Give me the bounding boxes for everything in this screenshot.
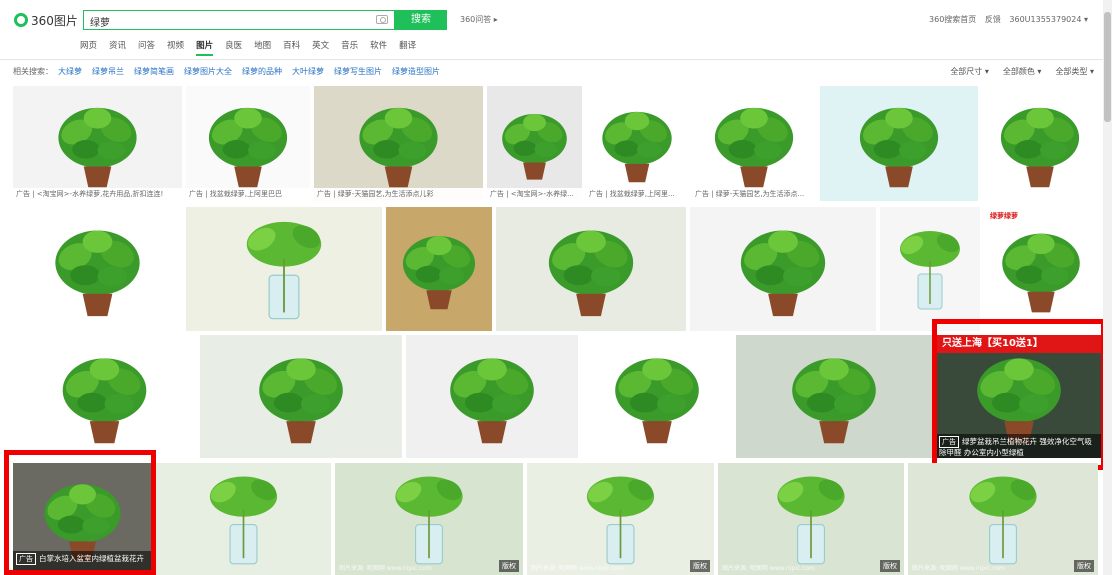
image-result[interactable]: 广告 | <淘宝网>-水养绿萝,花卉用品,折扣连连!	[13, 86, 182, 201]
image-caption: 广告 | <淘宝网>-水养绿...	[487, 188, 582, 201]
image-result[interactable]: 图片来源: 昵图网 www.nipic.com 版权	[908, 463, 1098, 575]
logo-text: 360图片	[31, 13, 78, 28]
image-result[interactable]	[690, 207, 876, 331]
search-button[interactable]: 搜索	[395, 10, 447, 30]
copyright-badge[interactable]: 版权	[880, 560, 900, 572]
image-result[interactable]: 图片来源: 昵图网 www.nipic.com 版权	[527, 463, 714, 575]
wenda-link[interactable]: 360问答 ▸	[460, 14, 498, 25]
image-result[interactable]: 绿萝绿萝	[984, 207, 1098, 331]
image-result[interactable]: 广告 | 绿萝-天猫园艺,为生活添点...	[692, 86, 816, 201]
home-link[interactable]: 360搜索首页	[929, 15, 976, 24]
related-label: 相关搜索：	[13, 67, 53, 76]
search-box[interactable]	[83, 10, 395, 31]
related-keyword[interactable]: 大叶绿萝	[292, 66, 324, 77]
image-result[interactable]	[386, 207, 492, 331]
image-result[interactable]	[186, 207, 382, 331]
tab-doctor[interactable]: 良医	[225, 38, 242, 56]
image-result[interactable]	[582, 335, 732, 458]
image-caption: 广告 | 绿萝-天猫园艺,为生活添点...	[692, 188, 816, 201]
tab-music[interactable]: 音乐	[341, 38, 358, 56]
tab-news[interactable]: 资讯	[109, 38, 126, 56]
related-keyword[interactable]: 绿萝图片大全	[184, 66, 232, 77]
search-input[interactable]	[84, 12, 366, 31]
tab-images[interactable]: 图片	[196, 38, 214, 56]
size-filter[interactable]: 全部尺寸 ▾	[950, 66, 989, 77]
logo-ring-icon	[14, 13, 28, 27]
image-caption: 广告 | 找盆栽绿萝,上阿里...	[586, 188, 688, 201]
image-result[interactable]	[880, 207, 980, 331]
tab-qa[interactable]: 问答	[138, 38, 155, 56]
tab-baike[interactable]: 百科	[283, 38, 300, 56]
copyright-badge[interactable]: 版权	[499, 560, 519, 572]
scrollbar[interactable]	[1103, 0, 1112, 575]
image-result[interactable]	[496, 207, 686, 331]
image-result[interactable]	[736, 335, 932, 458]
related-keyword[interactable]: 绿萝写生图片	[334, 66, 382, 77]
image-result[interactable]: 广告 | 绿萝-天猫园艺,为生活添点儿彩	[314, 86, 483, 201]
image-result[interactable]: 图片来源: 昵图网 www.nipic.com 版权	[335, 463, 523, 575]
image-result[interactable]: 广告 | 找盆栽绿萝,上阿里巴巴	[186, 86, 310, 201]
related-keyword[interactable]: 绿萝的品种	[242, 66, 282, 77]
image-caption: 广告 | 绿萝-天猫园艺,为生活添点儿彩	[314, 188, 483, 201]
image-result[interactable]: 广告 | <淘宝网>-水养绿...	[487, 86, 582, 201]
image-tag: 绿萝绿萝	[990, 212, 1018, 220]
tab-software[interactable]: 软件	[370, 38, 387, 56]
image-result[interactable]	[820, 86, 978, 201]
copyright-badge[interactable]: 版权	[1074, 560, 1094, 572]
user-menu[interactable]: 360U1355379024 ▾	[1009, 15, 1088, 24]
image-result[interactable]: 广告 | 找盆栽绿萝,上阿里...	[586, 86, 688, 201]
type-filter[interactable]: 全部类型 ▾	[1055, 66, 1094, 77]
related-keyword[interactable]: 绿萝吊兰	[92, 66, 124, 77]
tab-english[interactable]: 英文	[312, 38, 329, 56]
tab-translate[interactable]: 翻译	[399, 38, 416, 56]
highlight-box	[4, 450, 156, 575]
watermark: 图片来源: 昵图网 www.nipic.com	[912, 565, 1005, 572]
related-keyword[interactable]: 绿萝造型图片	[392, 66, 440, 77]
top-right-links: 360搜索首页 反馈 360U1355379024 ▾	[923, 14, 1088, 25]
image-result[interactable]	[13, 207, 182, 331]
image-result[interactable]	[13, 335, 196, 458]
image-caption: 广告 | <淘宝网>-水养绿萝,花卉用品,折扣连连!	[13, 188, 182, 201]
watermark: 图片来源: 昵图网 www.nipic.com	[722, 565, 815, 572]
watermark: 图片来源: 昵图网 www.nipic.com	[339, 565, 432, 572]
image-result[interactable]	[982, 86, 1098, 201]
filter-bar: 全部尺寸 ▾ 全部颜色 ▾ 全部类型 ▾	[950, 66, 1094, 77]
copyright-badge[interactable]: 版权	[690, 560, 710, 572]
camera-icon[interactable]	[376, 15, 388, 24]
highlight-box	[932, 319, 1106, 470]
image-result[interactable]	[156, 463, 331, 575]
top-bar: 360图片 搜索 360问答 ▸ 360搜索首页 反馈 360U13553790…	[0, 0, 1112, 38]
tab-web[interactable]: 网页	[80, 38, 97, 56]
related-searches: 相关搜索： 大绿萝 绿萝吊兰 绿萝简笔画 绿萝图片大全 绿萝的品种 大叶绿萝 绿…	[13, 66, 450, 77]
scrollbar-thumb[interactable]	[1104, 12, 1111, 122]
related-keyword[interactable]: 大绿萝	[58, 66, 82, 77]
watermark: 图片来源: 昵图网 www.nipic.com	[531, 565, 624, 572]
logo[interactable]: 360图片	[14, 10, 78, 30]
image-result[interactable]	[406, 335, 578, 458]
image-result[interactable]: 图片来源: 昵图网 www.nipic.com 版权	[718, 463, 904, 575]
nav-tabs: 网页 资讯 问答 视频 图片 良医 地图 百科 英文 音乐 软件 翻译	[80, 38, 428, 58]
image-result[interactable]	[200, 335, 402, 458]
tab-map[interactable]: 地图	[254, 38, 271, 56]
related-keyword[interactable]: 绿萝简笔画	[134, 66, 174, 77]
tab-video[interactable]: 视频	[167, 38, 184, 56]
nav-divider	[0, 59, 1112, 60]
feedback-link[interactable]: 反馈	[985, 15, 1001, 24]
color-filter[interactable]: 全部颜色 ▾	[1003, 66, 1042, 77]
image-caption: 广告 | 找盆栽绿萝,上阿里巴巴	[186, 188, 310, 201]
